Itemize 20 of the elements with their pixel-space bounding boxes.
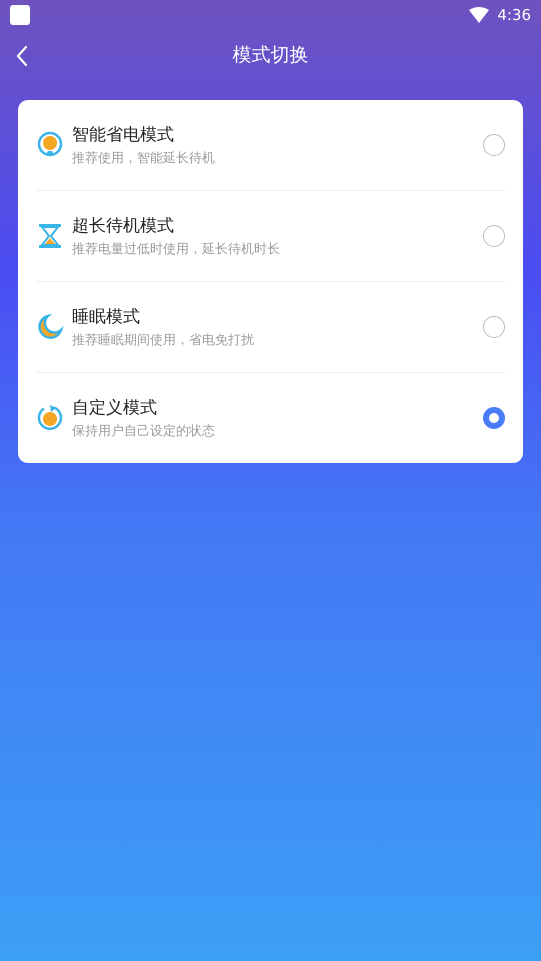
- mode-description: 推荐睡眠期间使用，省电免打扰: [72, 332, 255, 349]
- moon-icon: [36, 313, 64, 341]
- hourglass-icon: [36, 222, 64, 250]
- lightbulb-icon: [36, 131, 64, 159]
- notification-icon: [10, 5, 30, 25]
- status-time: 4:36: [497, 6, 531, 24]
- page-title: 模式切换: [232, 43, 308, 68]
- radio-button[interactable]: [483, 134, 505, 156]
- mode-description: 保持用户自己设定的状态: [72, 423, 216, 440]
- mode-description: 推荐使用，智能延长待机: [72, 150, 216, 167]
- mode-description: 推荐电量过低时使用，延长待机时长: [72, 241, 281, 258]
- radio-button[interactable]: [483, 407, 505, 429]
- refresh-icon: [36, 404, 64, 432]
- mode-title: 智能省电模式: [72, 124, 175, 146]
- mode-title: 睡眠模式: [72, 306, 141, 328]
- radio-button[interactable]: [483, 316, 505, 338]
- radio-button[interactable]: [483, 225, 505, 247]
- mode-title: 超长待机模式: [72, 215, 175, 237]
- wifi-icon: [469, 7, 490, 23]
- mode-title: 自定义模式: [72, 397, 158, 419]
